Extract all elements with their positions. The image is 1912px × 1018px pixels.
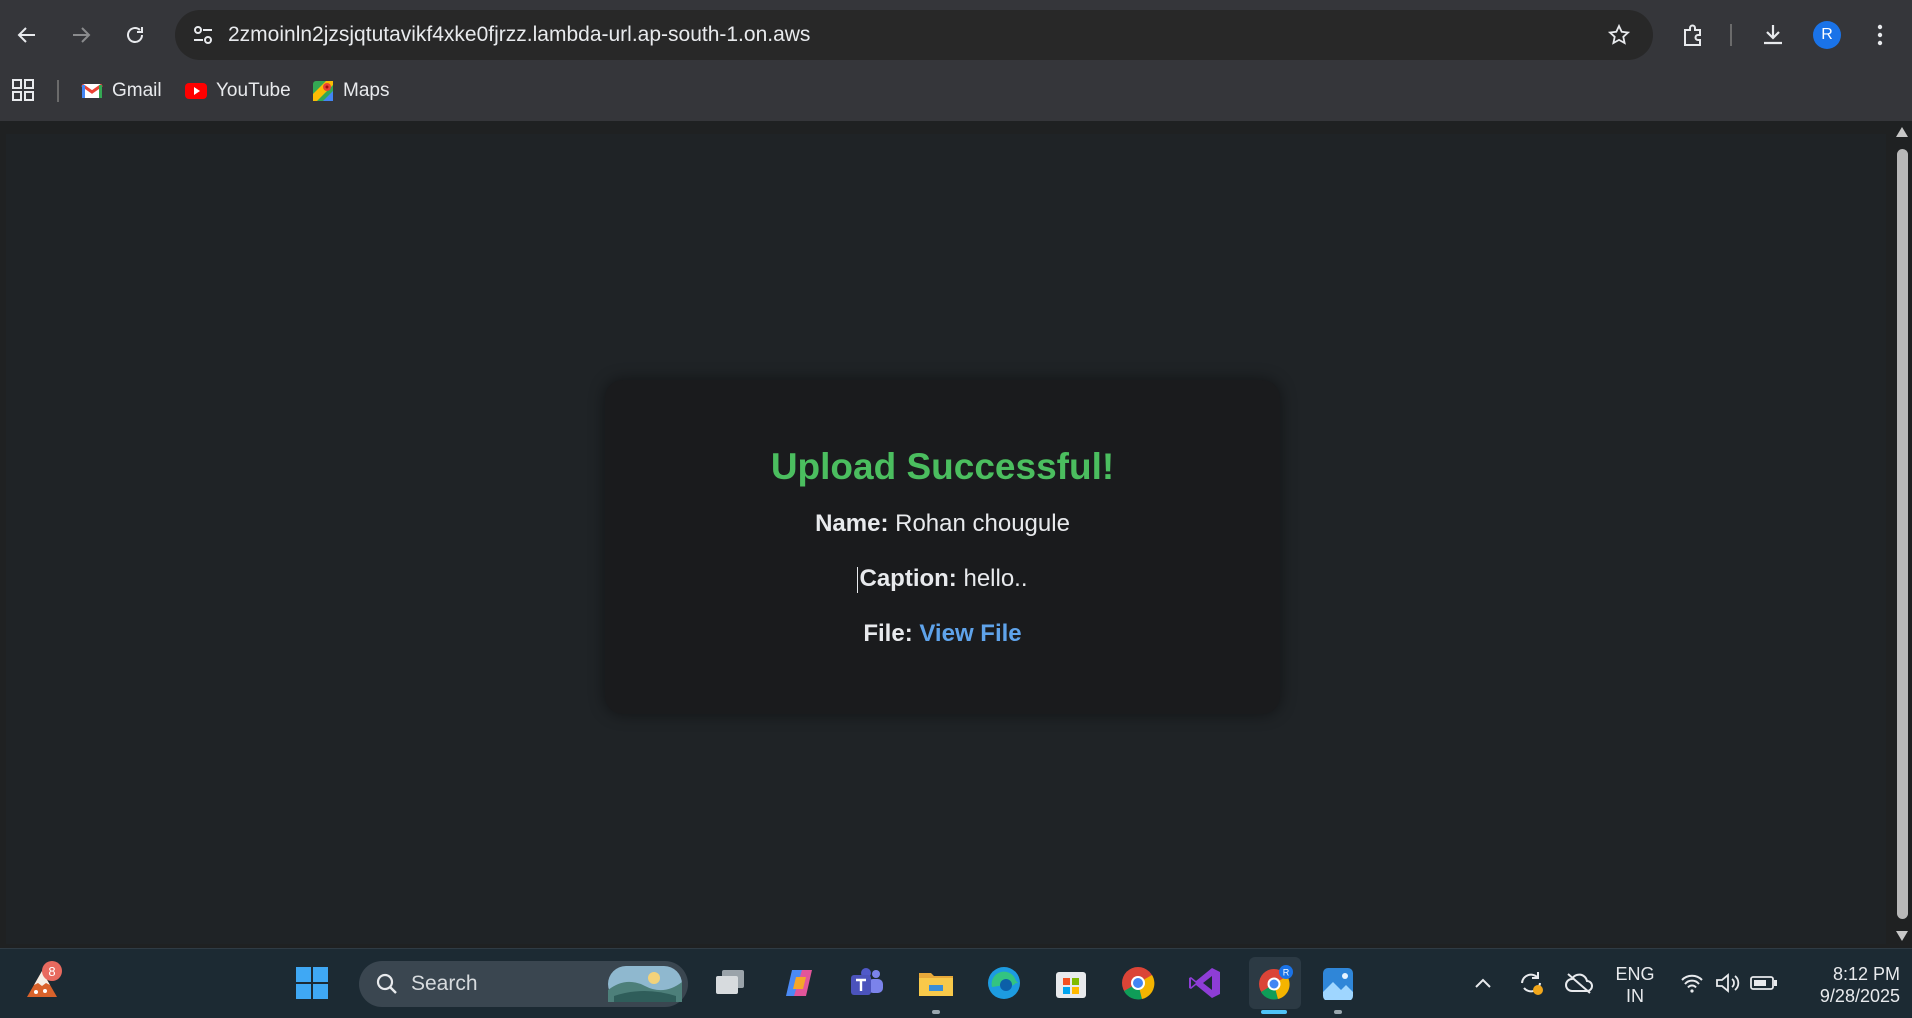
extensions-button[interactable] bbox=[1673, 15, 1713, 55]
reload-icon bbox=[127, 27, 143, 43]
file-label: File: bbox=[863, 620, 913, 647]
bookmark-star-button[interactable] bbox=[1599, 15, 1639, 55]
language-indicator[interactable]: ENG IN bbox=[1610, 963, 1660, 1007]
photos-icon bbox=[1323, 968, 1353, 1000]
more-vert-icon bbox=[1877, 24, 1883, 46]
volume-icon bbox=[1716, 973, 1740, 993]
address-bar[interactable]: 2zmoinln2jzsjqtutavikf4xke0fjrzz.lambda-… bbox=[175, 10, 1653, 60]
folder-icon bbox=[919, 973, 953, 996]
menu-button[interactable] bbox=[1860, 15, 1900, 55]
downloads-button[interactable] bbox=[1753, 15, 1793, 55]
bookmarks-divider bbox=[57, 80, 59, 102]
browser-toolbar: 2zmoinln2jzsjqtutavikf4xke0fjrzz.lambda-… bbox=[0, 0, 1912, 69]
edge-icon bbox=[988, 967, 1020, 999]
search-highlight-icon bbox=[608, 966, 682, 1002]
bookmark-youtube[interactable]: YouTube bbox=[185, 77, 291, 105]
sync-icon bbox=[1521, 972, 1543, 995]
url-text[interactable]: 2zmoinln2jzsjqtutavikf4xke0fjrzz.lambda-… bbox=[228, 23, 810, 47]
show-hidden-icons-button[interactable] bbox=[1461, 961, 1505, 1005]
caption-row: Caption: hello.. bbox=[605, 565, 1280, 593]
scroll-down-arrow-icon[interactable] bbox=[1896, 931, 1908, 941]
visual-studio-icon bbox=[1189, 968, 1220, 998]
name-value: Rohan chougule bbox=[895, 510, 1070, 537]
svg-text:R: R bbox=[1283, 968, 1290, 978]
taskbar-edge[interactable] bbox=[982, 961, 1026, 1005]
view-file-link[interactable]: View File bbox=[919, 620, 1021, 647]
taskbar-search[interactable]: Search bbox=[359, 961, 688, 1007]
language-line2: IN bbox=[1626, 986, 1644, 1006]
taskbar-teams[interactable] bbox=[845, 961, 889, 1005]
scroll-up-arrow-icon[interactable] bbox=[1896, 127, 1908, 137]
search-placeholder: Search bbox=[411, 972, 478, 995]
gmail-icon bbox=[81, 80, 103, 102]
name-label: Name: bbox=[815, 510, 889, 537]
search-icon bbox=[376, 973, 397, 994]
taskbar-visual-studio[interactable] bbox=[1183, 961, 1227, 1005]
name-row: Name: Rohan chougule bbox=[605, 510, 1280, 538]
forward-arrow-icon bbox=[73, 27, 91, 43]
bookmark-gmail[interactable]: Gmail bbox=[81, 77, 162, 105]
maps-icon bbox=[312, 80, 334, 102]
taskbar-copilot[interactable] bbox=[777, 961, 821, 1005]
star-icon bbox=[1607, 23, 1631, 45]
tray-onedrive[interactable] bbox=[1557, 961, 1601, 1005]
site-info-button[interactable] bbox=[183, 15, 223, 55]
battery-icon bbox=[1750, 976, 1777, 990]
forward-button[interactable] bbox=[61, 15, 101, 55]
taskbar-chrome-profile[interactable]: R bbox=[1249, 957, 1301, 1009]
apps-grid-icon[interactable] bbox=[11, 78, 35, 102]
task-view-icon bbox=[716, 970, 744, 994]
running-indicator bbox=[932, 1010, 940, 1014]
bookmark-label: Gmail bbox=[112, 80, 162, 101]
bookmark-label: Maps bbox=[343, 80, 390, 101]
bookmark-maps[interactable]: Maps bbox=[312, 77, 389, 105]
profile-avatar[interactable]: R bbox=[1813, 21, 1841, 49]
taskbar-store[interactable] bbox=[1049, 961, 1093, 1005]
toolbar-divider bbox=[1730, 24, 1732, 46]
youtube-icon bbox=[185, 80, 207, 102]
taskbar-photos[interactable] bbox=[1316, 961, 1360, 1005]
wifi-icon bbox=[1681, 974, 1703, 993]
chevron-up-icon bbox=[1475, 978, 1491, 988]
caption-value: hello.. bbox=[963, 565, 1028, 592]
bookmark-label: YouTube bbox=[216, 80, 291, 101]
caption-label: Caption: bbox=[859, 565, 957, 592]
file-row: File: View File bbox=[605, 620, 1280, 648]
screen: 2zmoinln2jzsjqtutavikf4xke0fjrzz.lambda-… bbox=[0, 0, 1912, 1018]
language-line1: ENG bbox=[1615, 964, 1655, 984]
taskbar-chrome[interactable] bbox=[1116, 961, 1160, 1005]
copilot-icon bbox=[786, 970, 812, 996]
chrome-profile-icon: R bbox=[1259, 965, 1293, 1000]
upload-result-card: Upload Successful! Name: Rohan chougule … bbox=[605, 380, 1280, 714]
page-title: Upload Successful! bbox=[770, 446, 1115, 487]
taskbar-file-explorer[interactable] bbox=[914, 961, 958, 1005]
tray-battery[interactable] bbox=[1742, 961, 1786, 1005]
download-icon bbox=[1764, 25, 1782, 45]
active-app-indicator bbox=[1261, 1010, 1287, 1014]
back-button[interactable] bbox=[7, 15, 47, 55]
scrollbar-thumb[interactable] bbox=[1897, 149, 1908, 919]
running-indicator bbox=[1334, 1010, 1342, 1014]
reload-button[interactable] bbox=[115, 15, 155, 55]
store-icon bbox=[1056, 972, 1086, 998]
teams-icon bbox=[851, 968, 883, 995]
start-button[interactable] bbox=[290, 961, 334, 1005]
cloud-off-icon bbox=[1565, 973, 1593, 994]
chrome-icon bbox=[1122, 967, 1155, 1000]
back-arrow-icon bbox=[17, 27, 35, 43]
vertical-scrollbar[interactable] bbox=[1893, 121, 1912, 948]
clock-time: 8:12 PM bbox=[1832, 964, 1900, 984]
windows-icon bbox=[296, 967, 328, 999]
puzzle-icon bbox=[1684, 24, 1701, 46]
tune-icon bbox=[194, 26, 212, 44]
tray-sync[interactable] bbox=[1509, 961, 1553, 1005]
notification-badge: 8 bbox=[42, 961, 62, 981]
task-view-button[interactable] bbox=[708, 961, 752, 1005]
clock-date: 9/28/2025 bbox=[1819, 986, 1900, 1006]
clock[interactable]: 8:12 PM 9/28/2025 bbox=[1790, 963, 1900, 1007]
